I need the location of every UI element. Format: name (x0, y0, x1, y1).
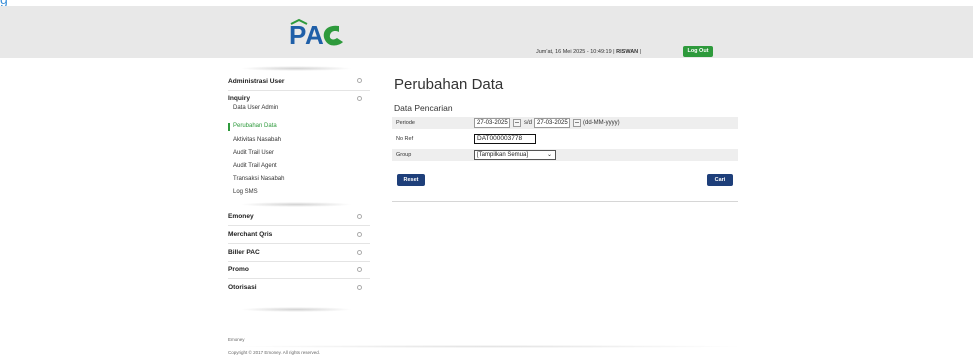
menu-divider (228, 261, 370, 262)
menu-divider (228, 278, 370, 279)
footer-brand: Emoney (228, 337, 245, 342)
menu-otorisasi[interactable]: Otorisasi (228, 284, 257, 291)
menu-administrasi-user-bullet-icon[interactable] (357, 78, 362, 83)
date-from-input[interactable]: 27-03-2025 (474, 118, 510, 128)
logo-c-shape (323, 25, 343, 46)
sidebar-item-audit-trail-user[interactable]: Audit Trail User (233, 150, 274, 156)
menu-biller-pac[interactable]: Biller PAC (228, 249, 260, 256)
header: P A Jum'at, 16 Mei 2025 - 10:49:19 | RIS… (0, 6, 973, 58)
sidebar-item-log-sms[interactable]: Log SMS (233, 189, 258, 195)
section-title: Data Pencarian (394, 103, 453, 113)
calendar-icon[interactable] (573, 119, 581, 127)
menu-merchant-qris[interactable]: Merchant Qris (228, 231, 272, 238)
menu-promo-bullet-icon[interactable] (357, 267, 362, 272)
group-select[interactable]: [Tampilkan Semua] ⌄ (474, 150, 556, 160)
menu-promo[interactable]: Promo (228, 266, 249, 273)
menu-divider (228, 243, 370, 244)
menu-emoney[interactable]: Emoney (228, 213, 254, 220)
menu-otorisasi-bullet-icon[interactable] (357, 285, 362, 290)
form-row-periode: Periode 27-03-2025 s/d 27-03-2025 (dd-MM… (392, 117, 738, 129)
footer-divider (228, 345, 748, 348)
sidebar-item-transaksi-nasabah[interactable]: Transaksi Nasabah (233, 176, 284, 182)
content-divider (392, 201, 738, 202)
menu-biller-pac-bullet-icon[interactable] (357, 250, 362, 255)
group-label: Group (396, 152, 412, 158)
chevron-down-icon: ⌄ (546, 152, 552, 158)
sidebar-mid-shadow (240, 202, 352, 207)
menu-inquiry-bullet-icon[interactable] (357, 96, 362, 101)
page-title: Perubahan Data (394, 76, 504, 93)
sidebar-bottom-shadow (240, 307, 352, 312)
date-format-hint: (dd-MM-yyyy) (583, 120, 620, 126)
active-item-indicator (228, 123, 230, 131)
footer-copyright: Copyright © 2017 Emoney. All rights rese… (228, 350, 321, 355)
cari-button[interactable]: Cari (707, 174, 733, 186)
sidebar-item-aktivitas-nasabah[interactable]: Aktivitas Nasabah (233, 137, 281, 143)
sd-label: s/d (524, 120, 533, 126)
logo-text-a: A (305, 20, 324, 50)
pac-logo: P A (289, 18, 343, 50)
sidebar-item-data-user-admin[interactable]: Data User Admin (233, 105, 278, 111)
group-select-value: [Tampilkan Semua] (477, 152, 529, 158)
menu-administrasi-user[interactable]: Administrasi User (228, 78, 284, 85)
noref-label: No Ref (396, 136, 414, 142)
menu-divider (228, 90, 370, 91)
logout-button[interactable]: Log Out (683, 46, 713, 57)
menu-emoney-bullet-icon[interactable] (357, 214, 362, 219)
reset-button[interactable]: Reset (397, 174, 425, 186)
sidebar-item-perubahan-data[interactable]: Perubahan Data (233, 123, 277, 129)
noref-input[interactable]: DAT000003778 (474, 134, 536, 144)
sidebar-top-shadow (240, 66, 352, 71)
header-separator-2: | (638, 49, 642, 55)
form-row-noref: No Ref DAT000003778 (392, 133, 738, 145)
header-datetime: Jum'at, 16 Mei 2025 - 10:49:19 (536, 49, 612, 55)
sidebar-item-audit-trail-agent[interactable]: Audit Trail Agent (233, 163, 277, 169)
calendar-icon[interactable] (513, 119, 521, 127)
menu-divider (228, 225, 370, 226)
form-row-group: Group [Tampilkan Semua] ⌄ (392, 149, 738, 161)
date-to-input[interactable]: 27-03-2025 (534, 118, 570, 128)
periode-label: Periode (396, 120, 415, 126)
header-info: Jum'at, 16 Mei 2025 - 10:49:19 | RISWAN … (536, 49, 641, 55)
menu-inquiry[interactable]: Inquiry (228, 95, 250, 102)
header-username: RISWAN (616, 49, 639, 55)
menu-merchant-qris-bullet-icon[interactable] (357, 232, 362, 237)
